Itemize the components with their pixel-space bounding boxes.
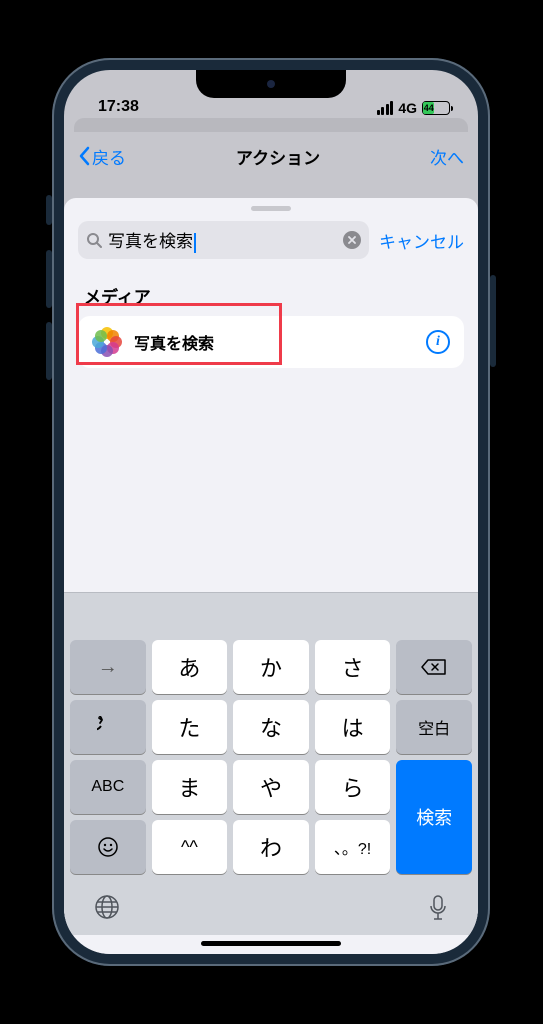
key-ma[interactable]: ま [152,760,228,814]
key-na[interactable]: な [233,700,309,754]
key-ta[interactable]: た [152,700,228,754]
emoji-icon [97,836,119,858]
search-icon [86,232,102,248]
keyboard-suggestion-bar[interactable] [64,592,478,634]
sheet-grabber[interactable] [251,206,291,211]
key-next-candidate[interactable]: → [70,640,146,694]
back-button[interactable]: 戻る [78,144,126,169]
globe-icon [94,894,120,920]
cancel-button[interactable]: キャンセル [379,228,464,253]
home-indicator[interactable] [201,941,341,946]
keyboard: → あ か さ た な は 空白 ABC ま や [64,634,478,880]
mic-icon [428,894,448,922]
dictation-button[interactable] [428,894,448,927]
section-header-media: メディア [64,259,478,316]
search-input[interactable]: 写真を検索 [78,221,369,259]
key-wa[interactable]: わ [233,820,309,874]
action-find-photos[interactable]: 写真を検索 i [78,316,464,368]
photos-app-icon [92,327,122,357]
keyboard-bottom-bar [64,880,478,935]
key-space[interactable]: 空白 [396,700,472,754]
key-abc[interactable]: ABC [70,760,146,814]
next-button[interactable]: 次へ [430,144,464,169]
nav-title: アクション [236,144,320,169]
key-ka[interactable]: か [233,640,309,694]
screen: 17:38 4G 44 戻る アクション 次へ 写 [64,70,478,954]
search-value: 写真を検索 [108,227,337,253]
battery-level: 44 [423,102,434,114]
phone-frame: 17:38 4G 44 戻る アクション 次へ 写 [52,58,490,966]
delete-icon [421,658,447,676]
key-delete[interactable] [396,640,472,694]
action-sheet: 写真を検索 キャンセル メディア [64,198,478,954]
network-label: 4G [398,100,417,116]
back-label: 戻る [92,144,126,169]
key-sa[interactable]: さ [315,640,391,694]
clear-button[interactable] [343,231,361,249]
power-button [490,275,496,367]
key-ra[interactable]: ら [315,760,391,814]
status-time: 17:38 [98,98,139,116]
key-ha[interactable]: は [315,700,391,754]
undo-icon [97,716,119,738]
x-icon [348,236,356,244]
key-kaomoji[interactable]: ^^ [152,820,228,874]
key-ya[interactable]: や [233,760,309,814]
stacked-card-indicator [74,118,468,132]
key-a[interactable]: あ [152,640,228,694]
key-emoji[interactable] [70,820,146,874]
info-button[interactable]: i [426,330,450,354]
key-undo[interactable] [70,700,146,754]
notch [196,70,346,98]
globe-button[interactable] [94,894,120,927]
action-label: 写真を検索 [134,330,414,354]
battery-icon: 44 [422,101,450,115]
signal-icon [377,101,394,115]
chevron-left-icon [78,146,90,166]
nav-bar: 戻る アクション 次へ [64,132,478,180]
key-punct[interactable]: 、。?! [315,820,391,874]
text-caret [194,233,196,253]
key-search[interactable]: 検索 [396,760,472,874]
